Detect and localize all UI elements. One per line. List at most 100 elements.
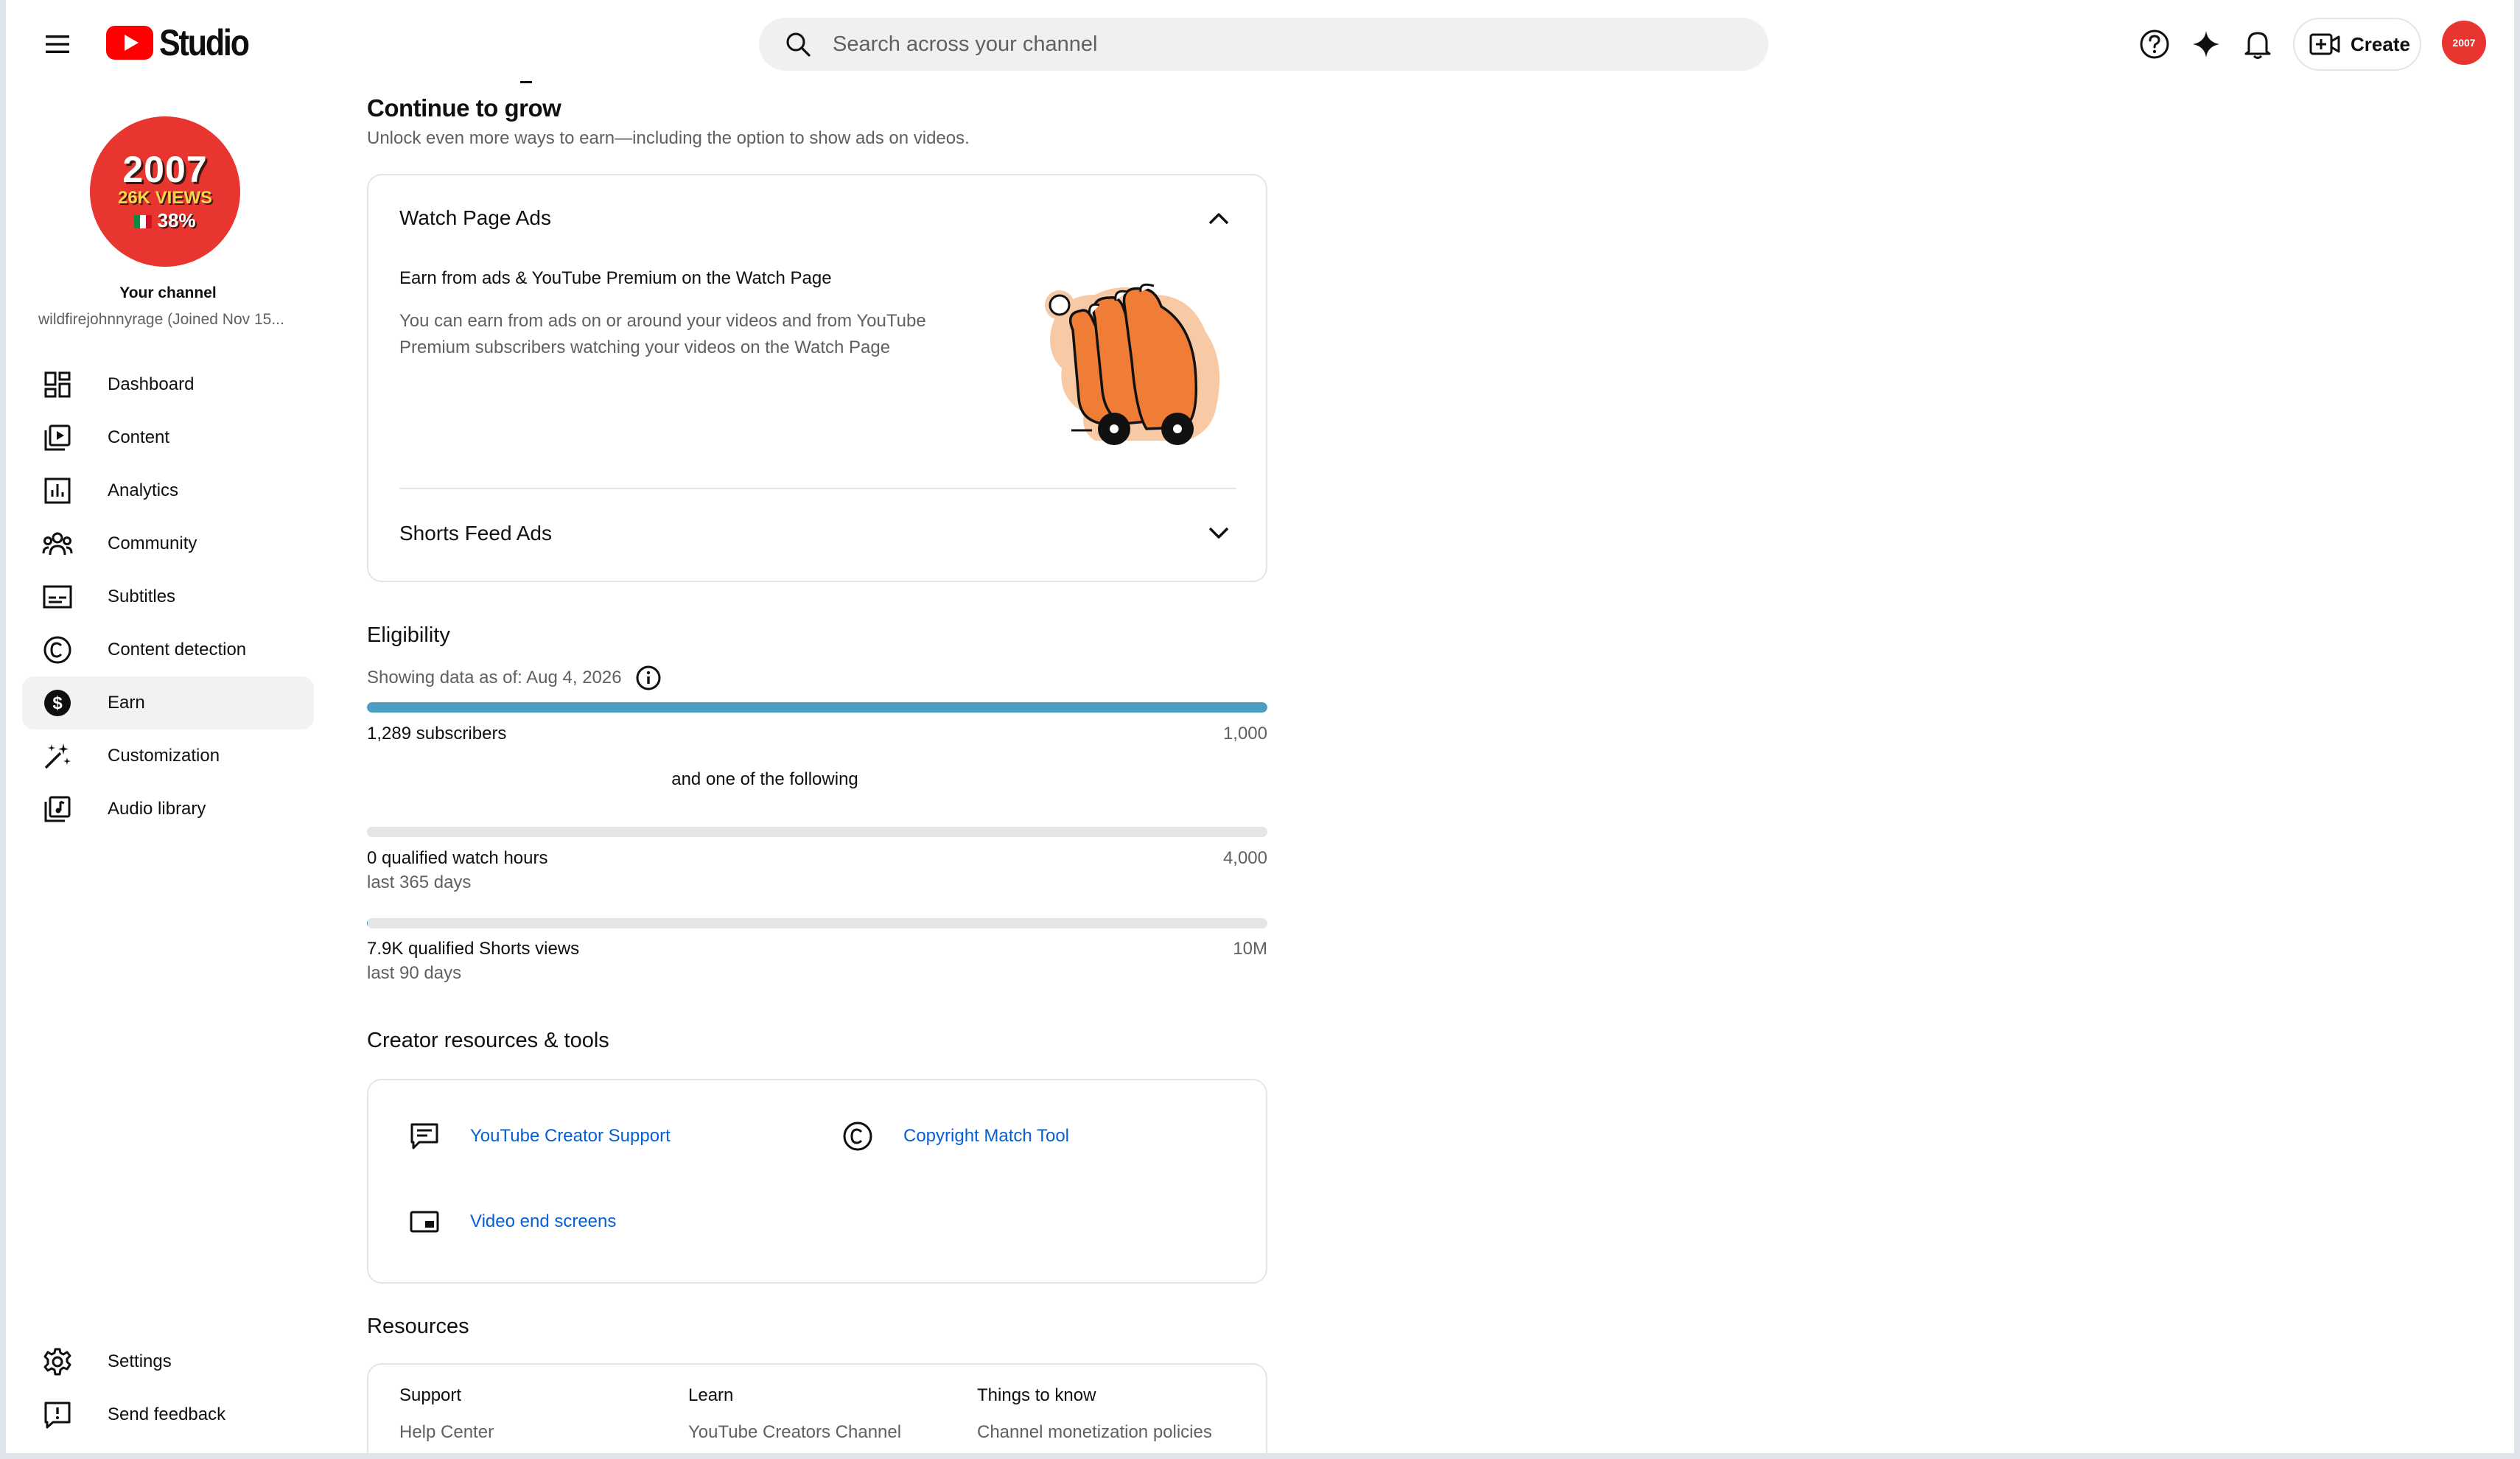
audio-library-icon bbox=[41, 793, 74, 825]
resources-card: Support Help Center Learn YouTube Creato… bbox=[367, 1363, 1267, 1453]
sidebar: 2007 26K VIEWS 38% Your channel wildfire… bbox=[6, 88, 330, 1453]
sidebar-item-analytics[interactable]: Analytics bbox=[22, 464, 314, 517]
channel-avatar-line2: 26K VIEWS bbox=[117, 188, 213, 208]
tool-link-label: Copyright Match Tool bbox=[903, 1126, 1069, 1146]
shorts-views-progress-bar bbox=[367, 918, 1267, 928]
sidebar-item-dashboard[interactable]: Dashboard bbox=[22, 358, 314, 411]
channel-title[interactable]: Your channel bbox=[6, 284, 330, 302]
end-screen-icon bbox=[407, 1204, 442, 1239]
eligibility-or-text: and one of the following bbox=[671, 769, 858, 789]
sidebar-item-label: Analytics bbox=[108, 480, 179, 500]
sidebar-item-customization[interactable]: Customization bbox=[22, 730, 314, 783]
menu-icon[interactable] bbox=[38, 25, 77, 63]
scroll-remnant-divider bbox=[520, 81, 532, 83]
eligibility-date-label: Showing data as of: Aug 4, 2026 bbox=[367, 668, 622, 687]
shorts-views-target: 10M bbox=[1233, 939, 1267, 959]
watch-ads-description: You can earn from ads on or around your … bbox=[399, 311, 926, 357]
feedback-icon bbox=[41, 1399, 74, 1431]
notification-bell-icon[interactable] bbox=[2239, 25, 2277, 63]
sidebar-item-label: Audio library bbox=[108, 799, 206, 819]
resources-heading: Things to know bbox=[977, 1385, 1096, 1405]
ads-accordion-card: Watch Page Ads Earn from ads & YouTube P… bbox=[367, 174, 1267, 582]
resources-link[interactable]: YouTube Creators Channel bbox=[688, 1422, 901, 1443]
subscribers-progress-bar bbox=[367, 702, 1267, 713]
tool-creator-support[interactable]: YouTube Creator Support bbox=[407, 1119, 671, 1154]
search-icon[interactable] bbox=[781, 27, 815, 61]
shorts-views-count: 7.9K qualified Shorts views bbox=[367, 939, 580, 959]
copyright-icon bbox=[840, 1119, 875, 1154]
create-button[interactable]: Create bbox=[2293, 18, 2421, 71]
creator-tools-card: YouTube Creator Support Copyright Match … bbox=[367, 1079, 1267, 1284]
info-icon[interactable] bbox=[634, 663, 663, 693]
tool-link-label: Video end screens bbox=[470, 1211, 617, 1231]
flag-icon bbox=[134, 215, 153, 229]
magic-wand-icon bbox=[41, 740, 74, 772]
shorts-views-progress-fill bbox=[367, 918, 368, 928]
search-bar[interactable] bbox=[759, 18, 1768, 71]
resources-column-things-to-know: Things to know Channel monetization poli… bbox=[977, 1385, 1212, 1443]
accordion-header-watch-page-ads[interactable]: Watch Page Ads bbox=[399, 206, 551, 230]
sidebar-item-send-feedback[interactable]: Send feedback bbox=[22, 1388, 314, 1441]
watch-hours-count: 0 qualified watch hours bbox=[367, 848, 548, 868]
sidebar-item-label: Content detection bbox=[108, 640, 247, 659]
tool-copyright-match[interactable]: Copyright Match Tool bbox=[840, 1119, 1069, 1154]
channel-avatar-line1: 2007 bbox=[122, 149, 208, 190]
copyright-icon bbox=[41, 634, 74, 666]
sidebar-item-earn[interactable]: $ Earn bbox=[22, 676, 314, 730]
analytics-icon bbox=[41, 475, 74, 507]
gear-icon bbox=[41, 1346, 74, 1378]
search-input[interactable] bbox=[833, 32, 1643, 57]
watch-hours-period: last 365 days bbox=[367, 872, 472, 892]
account-avatar[interactable]: 2007 bbox=[2442, 21, 2486, 65]
chevron-up-icon[interactable] bbox=[1204, 203, 1233, 233]
youtube-logo-icon bbox=[106, 26, 153, 60]
sidebar-item-community[interactable]: Community bbox=[22, 517, 314, 570]
watch-ads-heading: Earn from ads & YouTube Premium on the W… bbox=[399, 268, 832, 288]
sidebar-item-settings[interactable]: Settings bbox=[22, 1335, 314, 1388]
tool-end-screens[interactable]: Video end screens bbox=[407, 1204, 616, 1239]
video-add-icon bbox=[2309, 33, 2340, 55]
subscribers-progress-fill bbox=[367, 702, 1267, 713]
watch-hours-target: 4,000 bbox=[1222, 848, 1267, 868]
resources-heading: Support bbox=[399, 1385, 462, 1405]
sidebar-item-label: Settings bbox=[108, 1351, 172, 1371]
sidebar-item-content[interactable]: Content bbox=[22, 411, 314, 464]
sidebar-item-subtitles[interactable]: Subtitles bbox=[22, 570, 314, 623]
sidebar-item-content-detection[interactable]: Content detection bbox=[22, 623, 314, 676]
subscribers-count: 1,289 subscribers bbox=[367, 724, 507, 744]
section-title-tools: Creator resources & tools bbox=[367, 1029, 609, 1052]
section-title-grow: Continue to grow bbox=[367, 94, 561, 122]
studio-app: Studio Create 2007 2007 26K VIEWS bbox=[6, 0, 2514, 1453]
resources-column-learn: Learn YouTube Creators Channel bbox=[688, 1385, 901, 1443]
sidebar-item-label: Subtitles bbox=[108, 587, 176, 606]
community-icon bbox=[41, 528, 74, 560]
create-label: Create bbox=[2351, 32, 2410, 55]
resources-column-support: Support Help Center bbox=[399, 1385, 494, 1443]
chevron-down-icon[interactable] bbox=[1204, 519, 1233, 548]
channel-avatar[interactable]: 2007 26K VIEWS 38% bbox=[90, 116, 240, 267]
sidebar-item-label: Earn bbox=[108, 693, 145, 713]
channel-handle: wildfirejohnnyrage (Joined Nov 15... bbox=[38, 311, 284, 328]
studio-logo-text: Studio bbox=[159, 22, 250, 63]
sidebar-item-label: Dashboard bbox=[108, 374, 195, 394]
sparkle-icon[interactable] bbox=[2187, 25, 2225, 63]
ads-wagon-illustration bbox=[1029, 273, 1228, 457]
sidebar-item-audio-library[interactable]: Audio library bbox=[22, 783, 314, 836]
subscribers-target: 1,000 bbox=[1222, 724, 1267, 744]
tool-link-label: YouTube Creator Support bbox=[470, 1126, 671, 1146]
resources-link[interactable]: Help Center bbox=[399, 1422, 494, 1443]
sidebar-item-label: Customization bbox=[108, 746, 220, 766]
resources-link[interactable]: Channel monetization policies bbox=[977, 1422, 1212, 1443]
dashboard-icon bbox=[41, 368, 74, 401]
shorts-views-period: last 90 days bbox=[367, 963, 462, 983]
sidebar-item-label: Send feedback bbox=[108, 1404, 226, 1424]
watch-hours-progress-bar bbox=[367, 827, 1267, 837]
studio-logo[interactable]: Studio bbox=[106, 21, 263, 65]
top-header: Studio Create 2007 bbox=[6, 0, 2514, 88]
resources-heading: Learn bbox=[688, 1385, 734, 1405]
dollar-icon: $ bbox=[41, 687, 74, 719]
accordion-header-shorts-feed-ads[interactable]: Shorts Feed Ads bbox=[399, 522, 552, 545]
help-icon[interactable] bbox=[2135, 25, 2174, 63]
sidebar-item-label: Community bbox=[108, 533, 197, 553]
channel-avatar-line3: 38% bbox=[134, 209, 196, 232]
